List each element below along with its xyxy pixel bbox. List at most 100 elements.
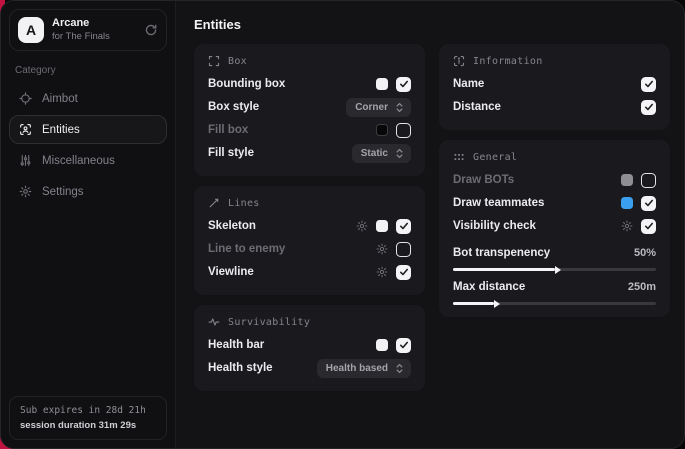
bot-transparency-slider[interactable]: [453, 268, 656, 271]
slider-label: Max distance: [453, 281, 628, 293]
slider-fill: [453, 302, 494, 305]
card-title: Box: [228, 56, 247, 67]
color-swatch[interactable]: [376, 220, 388, 232]
color-swatch[interactable]: [376, 339, 388, 351]
checkbox[interactable]: [396, 265, 411, 280]
sidebar-item-miscellaneous[interactable]: Miscellaneous: [9, 146, 167, 175]
crosshair-icon: [19, 92, 32, 105]
gear-icon[interactable]: [356, 220, 368, 232]
sidebar-item-entities[interactable]: Entities: [9, 115, 167, 144]
check-icon: [399, 221, 409, 231]
setting-label: Name: [453, 78, 641, 90]
setting-label: Fill style: [208, 147, 352, 159]
setting-label: Health bar: [208, 339, 376, 351]
dropdown-value: Health based: [326, 363, 388, 374]
setting-label: Viewline: [208, 266, 376, 278]
card-title: Information: [473, 56, 543, 67]
sub-expiry-text: Sub expires in 28d 21h: [20, 405, 156, 416]
dropdown-value: Static: [361, 148, 388, 159]
check-icon: [399, 340, 409, 350]
setting-label: Draw BOTs: [453, 174, 621, 186]
checkbox[interactable]: [396, 77, 411, 92]
slider-value: 250m: [628, 281, 656, 293]
card-lines: Lines Skeleton: [194, 186, 425, 295]
health-style-dropdown[interactable]: Health based: [317, 359, 411, 378]
checkbox[interactable]: [641, 219, 656, 234]
setting-label: Draw teammates: [453, 197, 621, 209]
setting-row-bounding-box: Bounding box: [208, 73, 411, 95]
grid-dots-icon: [453, 151, 465, 163]
sidebar: A Arcane for The Finals Category: [1, 1, 176, 448]
setting-label: Distance: [453, 101, 641, 113]
checkbox[interactable]: [396, 123, 411, 138]
chevrons-up-down-icon: [395, 102, 404, 113]
card-general: General Draw BOTs: [439, 140, 670, 317]
color-swatch[interactable]: [376, 78, 388, 90]
checkbox[interactable]: [641, 77, 656, 92]
chevrons-up-down-icon: [395, 148, 404, 159]
color-swatch[interactable]: [621, 174, 633, 186]
max-distance-slider[interactable]: [453, 302, 656, 305]
sidebar-item-settings[interactable]: Settings: [9, 177, 167, 206]
slider-value: 50%: [634, 247, 656, 259]
sidebar-item-label: Aimbot: [42, 93, 78, 105]
color-swatch[interactable]: [376, 124, 388, 136]
checkbox[interactable]: [396, 338, 411, 353]
fill-style-dropdown[interactable]: Static: [352, 144, 411, 163]
setting-row-visibility-check: Visibility check: [453, 215, 656, 237]
color-swatch[interactable]: [621, 197, 633, 209]
setting-row-line-to-enemy: Line to enemy: [208, 238, 411, 260]
checkbox[interactable]: [641, 173, 656, 188]
app-logo: A: [18, 17, 44, 43]
sidebar-item-label: Miscellaneous: [42, 155, 115, 167]
setting-row-box-style: Box style Corner: [208, 96, 411, 118]
check-icon: [644, 198, 654, 208]
session-duration-text: session duration 31m 29s: [20, 420, 156, 431]
gear-icon[interactable]: [376, 243, 388, 255]
sidebar-item-aimbot[interactable]: Aimbot: [9, 84, 167, 113]
checkbox[interactable]: [396, 242, 411, 257]
app-header: A Arcane for The Finals: [9, 9, 167, 51]
info-icon: [453, 55, 465, 67]
screen: A Arcane for The Finals Category: [0, 0, 685, 449]
setting-label: Skeleton: [208, 220, 356, 232]
subscription-info: Sub expires in 28d 21h session duration …: [9, 396, 167, 440]
checkbox[interactable]: [641, 100, 656, 115]
gear-icon[interactable]: [621, 220, 633, 232]
slider-label: Bot transpenency: [453, 247, 634, 259]
setting-row-name: Name: [453, 73, 656, 95]
sidebar-item-label: Settings: [42, 186, 84, 198]
sliders-icon: [19, 154, 32, 167]
max-distance-slider-group: Max distance 250m: [453, 279, 656, 305]
page-title: Entities: [194, 17, 670, 32]
setting-label: Health style: [208, 362, 317, 374]
chevrons-up-down-icon: [395, 363, 404, 374]
app-window: A Arcane for The Finals Category: [0, 0, 685, 449]
box-corners-icon: [208, 55, 220, 67]
category-label: Category: [15, 65, 163, 76]
card-survivability: Survivability Health bar: [194, 305, 425, 391]
setting-label: Box style: [208, 101, 346, 113]
setting-row-distance: Distance: [453, 96, 656, 118]
setting-row-health-bar: Health bar: [208, 334, 411, 356]
setting-row-draw-bots: Draw BOTs: [453, 169, 656, 191]
checkbox[interactable]: [641, 196, 656, 211]
setting-label: Bounding box: [208, 78, 376, 90]
check-icon: [644, 79, 654, 89]
gear-icon[interactable]: [376, 266, 388, 278]
card-title: General: [473, 152, 517, 163]
box-style-dropdown[interactable]: Corner: [346, 98, 411, 117]
checkbox[interactable]: [396, 219, 411, 234]
setting-row-fill-style: Fill style Static: [208, 142, 411, 164]
app-name: Arcane: [52, 17, 136, 31]
refresh-icon[interactable]: [144, 23, 158, 37]
check-icon: [399, 267, 409, 277]
setting-label: Line to enemy: [208, 243, 376, 255]
card-title: Lines: [228, 198, 260, 209]
sidebar-nav: Aimbot Entities: [9, 84, 167, 206]
gear-icon: [19, 185, 32, 198]
setting-row-health-style: Health style Health based: [208, 357, 411, 379]
main-content: Entities Box: [176, 1, 684, 448]
setting-row-fill-box: Fill box: [208, 119, 411, 141]
setting-label: Fill box: [208, 124, 376, 136]
